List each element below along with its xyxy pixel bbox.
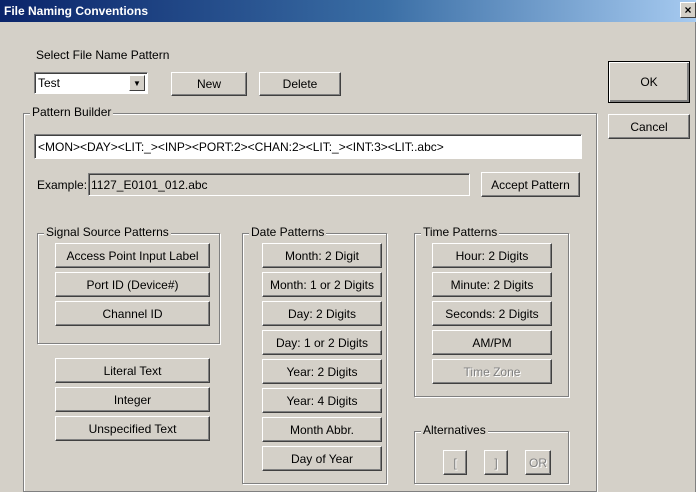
close-bracket-button[interactable]: ] <box>484 450 508 475</box>
hour-2-digits-button[interactable]: Hour: 2 Digits <box>432 243 552 268</box>
ok-button[interactable]: OK <box>608 61 690 103</box>
title-bar: File Naming Conventions × <box>0 0 696 22</box>
signal-source-title: Signal Source Patterns <box>44 225 171 239</box>
channel-id-button[interactable]: Channel ID <box>55 301 210 326</box>
example-value: 1127_E0101_012.abc <box>91 178 208 192</box>
or-button[interactable]: OR <box>525 450 551 475</box>
window-title: File Naming Conventions <box>4 4 149 18</box>
pattern-input-value: <MON><DAY><LIT:_><INP><PORT:2><CHAN:2><L… <box>38 140 444 154</box>
port-id-button[interactable]: Port ID (Device#) <box>55 272 210 297</box>
day-2-digits-button[interactable]: Day: 2 Digits <box>262 301 382 326</box>
month-2-digit-button[interactable]: Month: 2 Digit <box>262 243 382 268</box>
cancel-button[interactable]: Cancel <box>608 114 690 139</box>
chevron-down-icon[interactable]: ▼ <box>129 75 145 91</box>
time-zone-button[interactable]: Time Zone <box>432 359 552 384</box>
year-4-digits-button[interactable]: Year: 4 Digits <box>262 388 382 413</box>
delete-button[interactable]: Delete <box>259 72 341 96</box>
minute-2-digits-button[interactable]: Minute: 2 Digits <box>432 272 552 297</box>
pattern-combobox-value: Test <box>38 76 61 90</box>
pattern-combobox[interactable]: Test ▼ <box>34 72 148 94</box>
new-button[interactable]: New <box>171 72 247 96</box>
year-2-digits-button[interactable]: Year: 2 Digits <box>262 359 382 384</box>
date-patterns-title: Date Patterns <box>249 225 327 239</box>
alternatives-title: Alternatives <box>421 423 488 437</box>
pattern-input[interactable]: <MON><DAY><LIT:_><INP><PORT:2><CHAN:2><L… <box>34 134 582 159</box>
close-icon[interactable]: × <box>680 2 696 18</box>
month-1-or-2-digits-button[interactable]: Month: 1 or 2 Digits <box>262 272 382 297</box>
select-pattern-label: Select File Name Pattern <box>36 48 170 62</box>
dialog-window: File Naming Conventions × Select File Na… <box>0 0 696 492</box>
example-field: 1127_E0101_012.abc <box>88 173 470 196</box>
time-patterns-title: Time Patterns <box>421 225 500 239</box>
pattern-builder-title: Pattern Builder <box>30 105 114 119</box>
am-pm-button[interactable]: AM/PM <box>432 330 552 355</box>
day-1-or-2-digits-button[interactable]: Day: 1 or 2 Digits <box>262 330 382 355</box>
open-bracket-button[interactable]: [ <box>443 450 467 475</box>
month-abbr-button[interactable]: Month Abbr. <box>262 417 382 442</box>
seconds-2-digits-button[interactable]: Seconds: 2 Digits <box>432 301 552 326</box>
example-label: Example: <box>37 178 88 192</box>
access-point-input-label-button[interactable]: Access Point Input Label <box>55 243 210 268</box>
day-of-year-button[interactable]: Day of Year <box>262 446 382 471</box>
literal-text-button[interactable]: Literal Text <box>55 358 210 383</box>
unspecified-text-button[interactable]: Unspecified Text <box>55 416 210 441</box>
accept-pattern-button[interactable]: Accept Pattern <box>481 172 580 197</box>
integer-button[interactable]: Integer <box>55 387 210 412</box>
